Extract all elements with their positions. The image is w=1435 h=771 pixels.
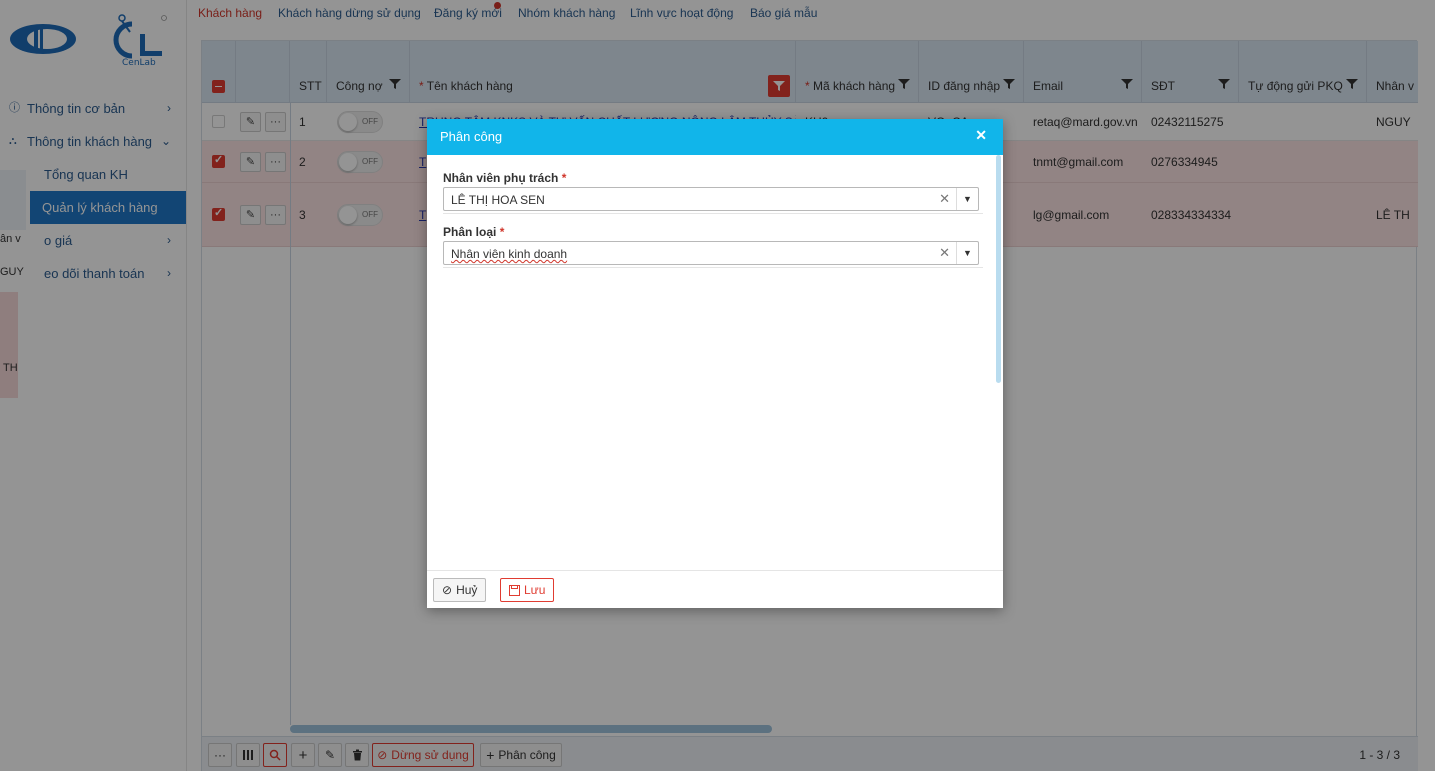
modal-footer: ⊘ Huỷ Lưu xyxy=(427,570,1003,608)
close-icon[interactable]: ✕ xyxy=(975,127,987,144)
assign-modal: Phân công ✕ Nhân viên phụ trách * LÊ THỊ… xyxy=(427,119,1003,608)
staff-select[interactable]: LÊ THỊ HOA SEN ✕ ▼ xyxy=(443,187,979,211)
field-staff-in-charge: Nhân viên phụ trách * LÊ THỊ HOA SEN ✕ ▼ xyxy=(443,171,981,211)
field-label: Phân loại * xyxy=(443,225,505,239)
clear-icon[interactable]: ✕ xyxy=(939,191,950,207)
divider xyxy=(443,267,983,268)
caret-down-icon[interactable]: ▼ xyxy=(956,242,978,264)
divider xyxy=(443,213,983,214)
cancel-button[interactable]: ⊘ Huỷ xyxy=(433,578,487,602)
field-label: Nhân viên phụ trách * xyxy=(443,171,567,185)
caret-down-icon[interactable]: ▼ xyxy=(956,188,978,210)
field-category: Phân loại * Nhân viên kinh doanh ✕ ▼ xyxy=(443,225,981,265)
vertical-scrollbar[interactable] xyxy=(996,155,1001,383)
save-button[interactable]: Lưu xyxy=(500,578,555,602)
modal-header: Phân công ✕ xyxy=(427,119,1003,155)
category-select[interactable]: Nhân viên kinh doanh ✕ ▼ xyxy=(443,241,979,265)
ban-icon: ⊘ xyxy=(442,583,453,597)
clear-icon[interactable]: ✕ xyxy=(939,245,950,261)
modal-title: Phân công xyxy=(440,129,503,144)
floppy-disk-icon xyxy=(509,584,520,596)
modal-body: Nhân viên phụ trách * LÊ THỊ HOA SEN ✕ ▼… xyxy=(427,155,1003,570)
